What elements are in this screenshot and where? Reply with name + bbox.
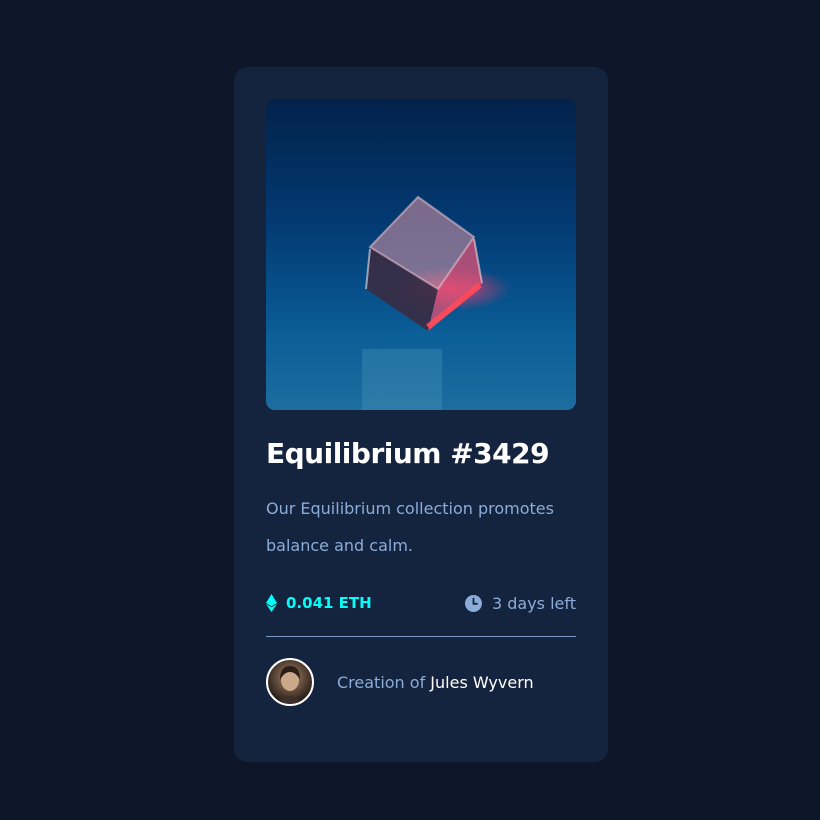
nft-card: Equilibrium #3429 Our Equilibrium collec… [234,67,608,762]
creator-name-link[interactable]: Jules Wyvern [430,673,533,692]
cube-illustration [266,195,576,410]
time-left: 3 days left [464,593,576,613]
price-value: 0.041 ETH [286,594,372,612]
creator-prefix: Creation of [337,672,426,692]
nft-meta: 0.041 ETH 3 days left [266,591,576,615]
nft-image[interactable] [266,99,576,410]
creator-row: Creation of Jules Wyvern [266,658,576,706]
divider [266,636,576,637]
ethereum-icon [266,594,277,612]
nft-description: Our Equilibrium collection promotes bala… [266,499,554,555]
time-left-label: 3 days left [491,593,576,613]
creator-label: Creation of Jules Wyvern [337,673,534,692]
clock-icon [464,594,482,612]
price: 0.041 ETH [266,594,372,612]
avatar [266,658,314,706]
nft-title[interactable]: Equilibrium #3429 [266,437,576,471]
